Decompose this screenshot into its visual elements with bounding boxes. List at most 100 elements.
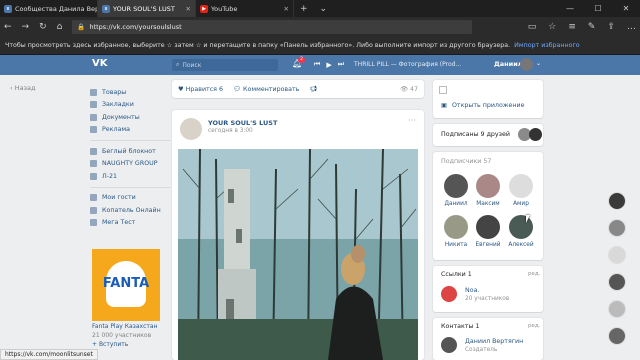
avatar[interactable] <box>608 219 626 237</box>
edit-contacts-link[interactable]: ред. <box>528 323 540 329</box>
subscriber-item[interactable]: Максим <box>473 174 503 207</box>
post-author[interactable]: YOUR SOUL'S LUST <box>208 119 277 127</box>
address-bar-row: ← → ↻ ⌂ 🔒 https://vk.com/yoursoulslust ▭… <box>0 17 640 37</box>
subscribers-count: 57 <box>483 158 492 165</box>
home-icon[interactable]: ⌂ <box>57 22 63 32</box>
subscriber-name: Максим <box>476 201 500 207</box>
forward-arrow-icon[interactable]: → <box>22 22 30 32</box>
subscribers-heading[interactable]: Подписчики 57 <box>441 158 491 165</box>
minimize-icon[interactable]: — <box>556 0 584 17</box>
contacts-widget: Контакты 1 ред. Даниил Вертягин Создател… <box>433 318 543 360</box>
hub-icon[interactable]: ≡ <box>568 22 576 32</box>
menu-item-ads[interactable]: Реклама <box>90 124 170 137</box>
menu-item-documents[interactable]: Документы <box>90 111 170 124</box>
tab-label: YOUR SOUL'S LUST <box>113 4 175 13</box>
links-heading[interactable]: Ссылки 1 <box>441 271 472 278</box>
friends-subscribed-widget[interactable]: Подписаны 9 друзей <box>433 124 543 146</box>
like-button[interactable]: ♥ Нравится 6 <box>178 86 223 93</box>
next-track-icon[interactable]: ⏭ <box>338 60 344 69</box>
ad-image[interactable]: FANTA <box>92 249 160 321</box>
share-icon[interactable]: 📢︎ <box>309 85 317 93</box>
megaphone-icon <box>90 126 97 134</box>
reading-view-icon[interactable]: ▭ <box>528 22 537 32</box>
chevron-down-icon[interactable]: ⌄ <box>536 60 541 67</box>
avatar[interactable] <box>608 246 626 264</box>
subscriber-item[interactable]: Амир <box>506 174 536 207</box>
search-input[interactable]: ⌕ Поиск <box>172 59 278 71</box>
post-photo[interactable] <box>178 149 418 360</box>
subscriber-name: Евгений <box>475 242 501 248</box>
avatar <box>444 174 468 198</box>
avatar[interactable] <box>441 337 457 353</box>
subscriber-item[interactable]: Евгений <box>473 215 503 248</box>
subscriber-item[interactable]: Даниил <box>441 174 471 207</box>
views-value: 47 <box>409 86 418 93</box>
avatar[interactable] <box>180 118 202 140</box>
window-close-icon[interactable]: ✕ <box>612 0 640 17</box>
tab-yoursoulslust[interactable]: в YOUR SOUL'S LUST ✕ <box>98 0 196 17</box>
menu-item-label: Товары <box>102 88 127 96</box>
avatar[interactable] <box>608 300 626 318</box>
notes-icon[interactable]: ✎ <box>588 22 596 32</box>
comment-button[interactable]: 💬︎ Комментировать <box>233 85 299 93</box>
youtube-favicon-icon: ▶ <box>200 4 208 13</box>
import-favorites-link[interactable]: Импорт избранного <box>514 42 580 49</box>
avatar[interactable] <box>441 286 457 302</box>
new-tab-icon[interactable]: + <box>294 0 314 17</box>
prev-track-icon[interactable]: ⏮ <box>314 60 320 69</box>
menu-item-notepad[interactable]: Беглый блокнот <box>90 145 170 158</box>
search-icon: ⌕ <box>176 61 180 68</box>
chevron-down-icon[interactable]: ⌄ <box>314 0 334 17</box>
favorite-star-icon[interactable]: ☆ <box>548 22 556 32</box>
tab-communities[interactable]: в Сообщества Данила Верт ✕ <box>0 0 98 17</box>
ad-title[interactable]: Fanta Play Казахстан <box>92 323 157 330</box>
links-count: 1 <box>467 271 472 278</box>
link-name[interactable]: Noa. <box>465 287 479 294</box>
menu-item-mega-test[interactable]: Мега Тест <box>90 217 170 230</box>
vk-logo[interactable]: VK <box>92 58 108 69</box>
maximize-icon[interactable]: ☐ <box>584 0 612 17</box>
menu-item-naughty-group[interactable]: NAUGHTY GROUP <box>90 158 170 171</box>
group-icon <box>90 172 97 180</box>
eye-icon: 👁︎ <box>399 86 410 93</box>
track-title[interactable]: THRILL PILL — Фотография (Prod... <box>354 61 461 68</box>
edit-links-link[interactable]: ред. <box>528 271 540 277</box>
tab-youtube[interactable]: ▶ YouTube ✕ <box>196 0 294 17</box>
user-name[interactable]: Даниил <box>494 60 523 68</box>
notification-badge: 2 <box>298 57 305 63</box>
subscribers-widget: Подписчики 57 Даниил Максим Амир Никита … <box>433 152 543 260</box>
subscriber-item[interactable]: Никита <box>441 215 471 248</box>
back-arrow-icon[interactable]: ← <box>4 22 12 32</box>
menu-item-l21[interactable]: Л-21 <box>90 170 170 183</box>
refresh-icon[interactable]: ↻ <box>39 22 47 32</box>
subscriber-item[interactable]: Алексей <box>506 215 536 248</box>
menu-item-goods[interactable]: Товары <box>90 86 170 99</box>
contact-name[interactable]: Даниил Вертягин <box>465 338 523 345</box>
ad-join-link[interactable]: + Вступить <box>92 341 128 348</box>
share-icon[interactable]: ⇪ <box>607 22 615 32</box>
menu-item-guests[interactable]: Мои гости <box>90 192 170 205</box>
avatar[interactable] <box>608 273 626 291</box>
back-link[interactable]: ‹ Назад <box>10 84 36 92</box>
url-field[interactable]: 🔒 https://vk.com/yoursoulslust <box>72 20 473 34</box>
contacts-heading[interactable]: Контакты 1 <box>441 323 479 330</box>
play-icon[interactable]: ▶ <box>326 61 331 69</box>
edit-icon[interactable] <box>439 86 447 94</box>
more-options-icon[interactable]: ··· <box>408 116 416 125</box>
close-icon[interactable]: ✕ <box>186 5 191 13</box>
close-icon[interactable]: ✕ <box>284 5 289 13</box>
tab-label: YouTube <box>211 4 238 13</box>
open-app-button[interactable]: ▣ Открыть приложение <box>441 102 524 109</box>
menu-item-bookmarks[interactable]: Закладки <box>90 99 170 112</box>
post-date[interactable]: сегодня в 3:00 <box>208 128 253 134</box>
avatar[interactable] <box>520 58 533 71</box>
group-icon <box>90 160 97 168</box>
avatar <box>509 174 533 198</box>
more-icon[interactable]: … <box>627 22 636 32</box>
url-text: https://vk.com/yoursoulslust <box>89 23 182 31</box>
menu-item-digger[interactable]: Копатель Онлайн <box>90 204 170 217</box>
menu-item-label: Документы <box>102 113 140 121</box>
avatar[interactable] <box>608 327 626 345</box>
avatar[interactable] <box>608 192 626 210</box>
links-widget: Ссылки 1 ред. Noa. 20 участников <box>433 266 543 312</box>
